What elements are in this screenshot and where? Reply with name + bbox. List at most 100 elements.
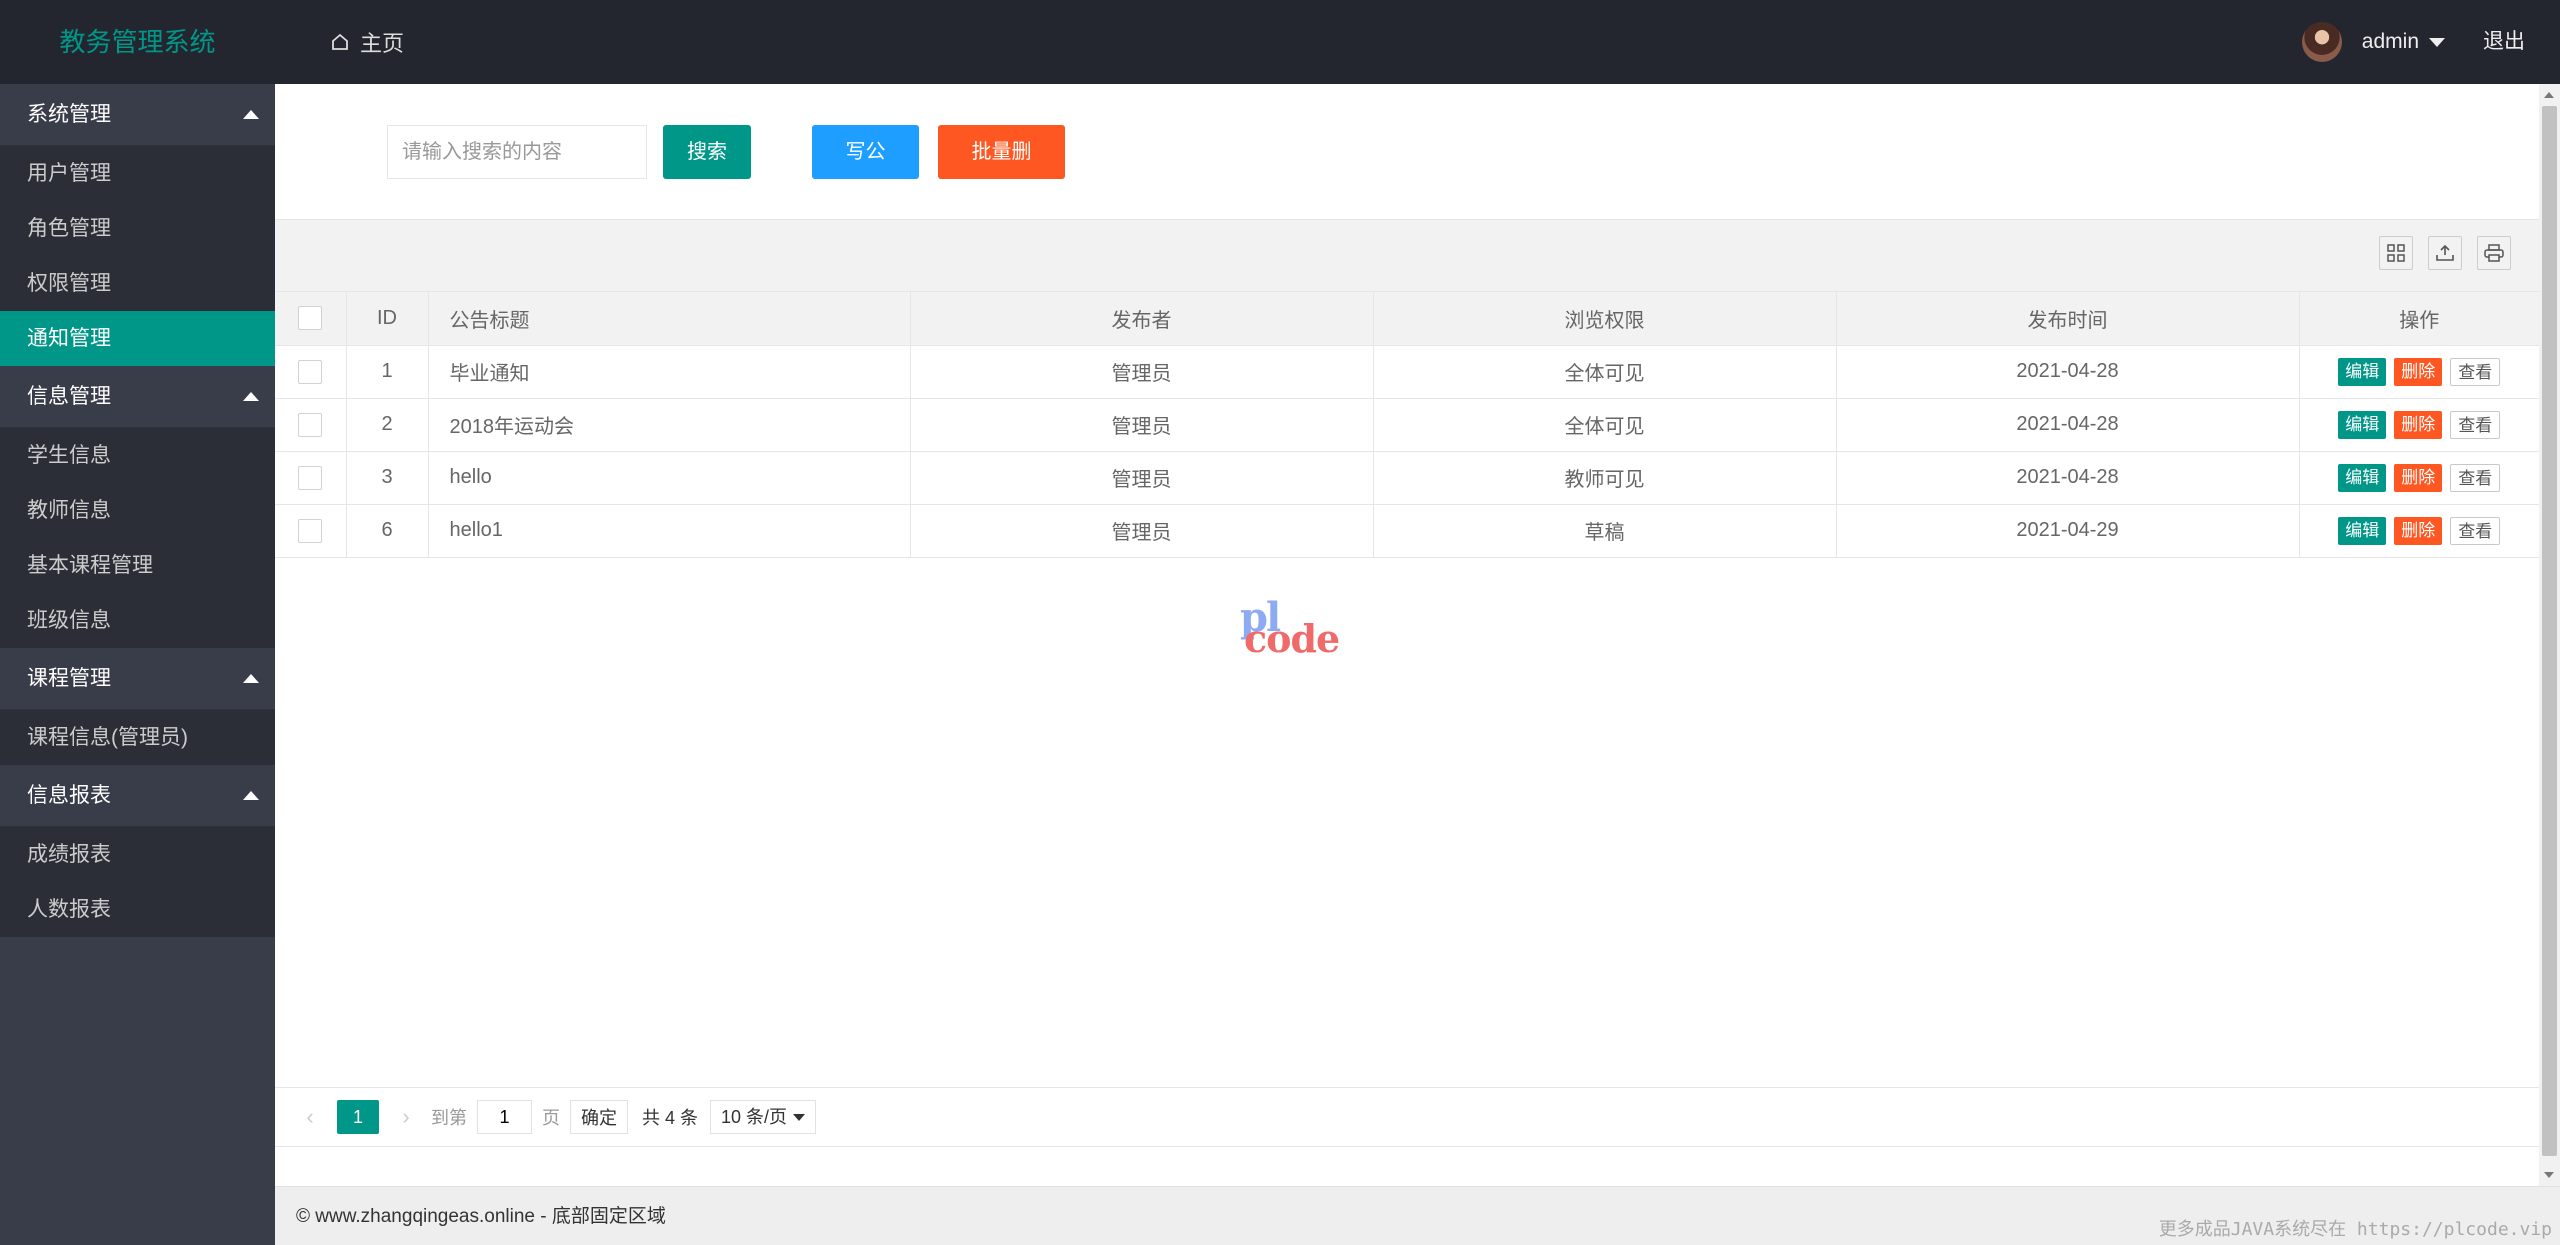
cell-permission: 全体可见 (1373, 345, 1837, 399)
nav-group-label: 信息报表 (27, 784, 111, 807)
search-button[interactable]: 搜索 (663, 125, 751, 179)
cell-id: 6 (346, 504, 429, 558)
goto-label: 到第 (431, 1108, 467, 1128)
cell-actions: 编辑 删除 查看 (2299, 398, 2539, 452)
row-checkbox[interactable] (298, 412, 323, 437)
logout-link[interactable]: 退出 (2483, 0, 2525, 84)
scroll-up-icon[interactable] (2544, 92, 2554, 98)
table-row: 1 毕业通知 管理员 全体可见 2021-04-28 编辑 删除 查看 (275, 345, 2539, 399)
footer: © www.zhangqingeas.online - 底部固定区域 更多成品J… (275, 1186, 2560, 1245)
row-select-cell (275, 451, 347, 505)
next-page-icon[interactable]: › (391, 1104, 421, 1130)
cell-date: 2021-04-28 (1836, 345, 2300, 399)
batch-delete-button[interactable]: 批量删除 (938, 125, 1065, 217)
cell-actions: 编辑 删除 查看 (2299, 451, 2539, 505)
delete-button[interactable]: 删除 (2394, 463, 2443, 492)
cell-title: hello (428, 451, 911, 505)
table-row: 3 hello 管理员 教师可见 2021-04-28 编辑 删除 查看 (275, 451, 2539, 505)
column-header-title[interactable]: 公告标题 (428, 292, 911, 346)
cell-publisher: 管理员 (910, 451, 1374, 505)
sidebar: 系统管理 用户管理 角色管理 权限管理 通知管理 信息管理 学生信息 教师信息 … (0, 84, 275, 1245)
sidebar-item-teachers[interactable]: 教师信息 (0, 483, 275, 538)
sidebar-item-score-report[interactable]: 成绩报表 (0, 827, 275, 882)
cell-title: 2018年运动会 (428, 398, 911, 452)
edit-button[interactable]: 编辑 (2338, 357, 2387, 386)
export-icon[interactable] (2428, 236, 2462, 270)
cell-publisher: 管理员 (910, 345, 1374, 399)
user-menu[interactable]: admin (2301, 0, 2445, 84)
row-checkbox[interactable] (298, 518, 323, 543)
edit-button[interactable]: 编辑 (2338, 463, 2387, 492)
search-input[interactable] (387, 125, 647, 179)
sidebar-item-users[interactable]: 用户管理 (0, 146, 275, 201)
main-content: 搜索 写公告 批量删除 ID 公告标题 (275, 84, 2539, 1186)
sidebar-item-basic-courses[interactable]: 基本课程管理 (0, 538, 275, 593)
sidebar-item-notices[interactable]: 通知管理 (0, 311, 275, 366)
nav-group-course-items: 课程信息(管理员) (0, 710, 275, 765)
view-button[interactable]: 查看 (2450, 516, 2501, 545)
table-row: 2 2018年运动会 管理员 全体可见 2021-04-28 编辑 删除 查看 (275, 398, 2539, 452)
column-header-publisher[interactable]: 发布者 (910, 292, 1374, 346)
select-all-checkbox[interactable] (298, 306, 323, 331)
sidebar-item-roles[interactable]: 角色管理 (0, 201, 275, 256)
nav-group-system-items: 用户管理 角色管理 权限管理 通知管理 (0, 146, 275, 366)
view-button[interactable]: 查看 (2450, 357, 2501, 386)
view-button[interactable]: 查看 (2450, 463, 2501, 492)
sidebar-item-count-report[interactable]: 人数报表 (0, 882, 275, 937)
select-all-cell (275, 292, 347, 346)
sidebar-item-permissions[interactable]: 权限管理 (0, 256, 275, 311)
home-label: 主页 (360, 31, 405, 56)
prev-page-icon[interactable]: ‹ (295, 1104, 325, 1130)
cell-date: 2021-04-28 (1836, 398, 2300, 452)
nav-group-course[interactable]: 课程管理 (0, 648, 275, 710)
home-link[interactable]: 主页 (330, 0, 404, 84)
row-checkbox[interactable] (298, 465, 323, 490)
app-logo: 教务管理系统 (59, 27, 216, 57)
nav-group-label: 信息管理 (27, 385, 111, 408)
cell-date: 2021-04-28 (1836, 451, 2300, 505)
edit-button[interactable]: 编辑 (2338, 410, 2387, 439)
goto-confirm-button[interactable]: 确定 (570, 1100, 628, 1134)
notice-table: ID 公告标题 发布者 浏览权限 发布时间 操作 1 毕业通知 管理员 全体可见… (275, 292, 2539, 558)
delete-button[interactable]: 删除 (2394, 410, 2443, 439)
nav-group-label: 课程管理 (27, 667, 111, 690)
sidebar-item-classes[interactable]: 班级信息 (0, 593, 275, 648)
cell-publisher: 管理员 (910, 398, 1374, 452)
chevron-up-icon (243, 110, 259, 119)
delete-button[interactable]: 删除 (2394, 516, 2443, 545)
plcode-watermark-logo: pl code (1240, 594, 1350, 664)
nav-group-label: 系统管理 (27, 103, 111, 126)
search-toolbar: 搜索 写公告 批量删除 (275, 84, 2539, 219)
columns-filter-icon[interactable] (2379, 236, 2413, 270)
sidebar-item-students[interactable]: 学生信息 (0, 428, 275, 483)
footer-watermark: 更多成品JAVA系统尽在 https://plcode.vip (2158, 1219, 2552, 1240)
column-header-id[interactable]: ID (346, 292, 429, 346)
page-size-select[interactable]: 10 条/页 (710, 1100, 817, 1134)
row-checkbox[interactable] (298, 359, 323, 384)
nav-group-info[interactable]: 信息管理 (0, 366, 275, 428)
view-button[interactable]: 查看 (2450, 410, 2501, 439)
nav-group-system[interactable]: 系统管理 (0, 84, 275, 146)
column-header-date[interactable]: 发布时间 (1836, 292, 2300, 346)
column-header-permission[interactable]: 浏览权限 (1373, 292, 1837, 346)
chevron-down-icon (793, 1113, 806, 1121)
vertical-scrollbar[interactable] (2539, 84, 2560, 1186)
cell-id: 1 (346, 345, 429, 399)
write-notice-button[interactable]: 写公告 (812, 125, 919, 217)
page-button-current[interactable]: 1 (337, 1100, 379, 1134)
cell-id: 3 (346, 451, 429, 505)
username: admin (2361, 30, 2419, 53)
scroll-down-icon[interactable] (2544, 1172, 2554, 1178)
column-header-actions: 操作 (2299, 292, 2539, 346)
avatar (2301, 22, 2342, 62)
delete-button[interactable]: 删除 (2394, 357, 2443, 386)
goto-page-input[interactable] (477, 1100, 532, 1134)
nav-group-reports[interactable]: 信息报表 (0, 765, 275, 827)
print-icon[interactable] (2477, 236, 2511, 270)
page-size-value: 10 条/页 (721, 1107, 788, 1127)
edit-button[interactable]: 编辑 (2338, 516, 2387, 545)
table-toolbar (275, 220, 2539, 292)
chevron-up-icon (243, 392, 259, 401)
sidebar-item-course-info[interactable]: 课程信息(管理员) (0, 710, 275, 765)
scroll-thumb[interactable] (2542, 106, 2557, 1156)
